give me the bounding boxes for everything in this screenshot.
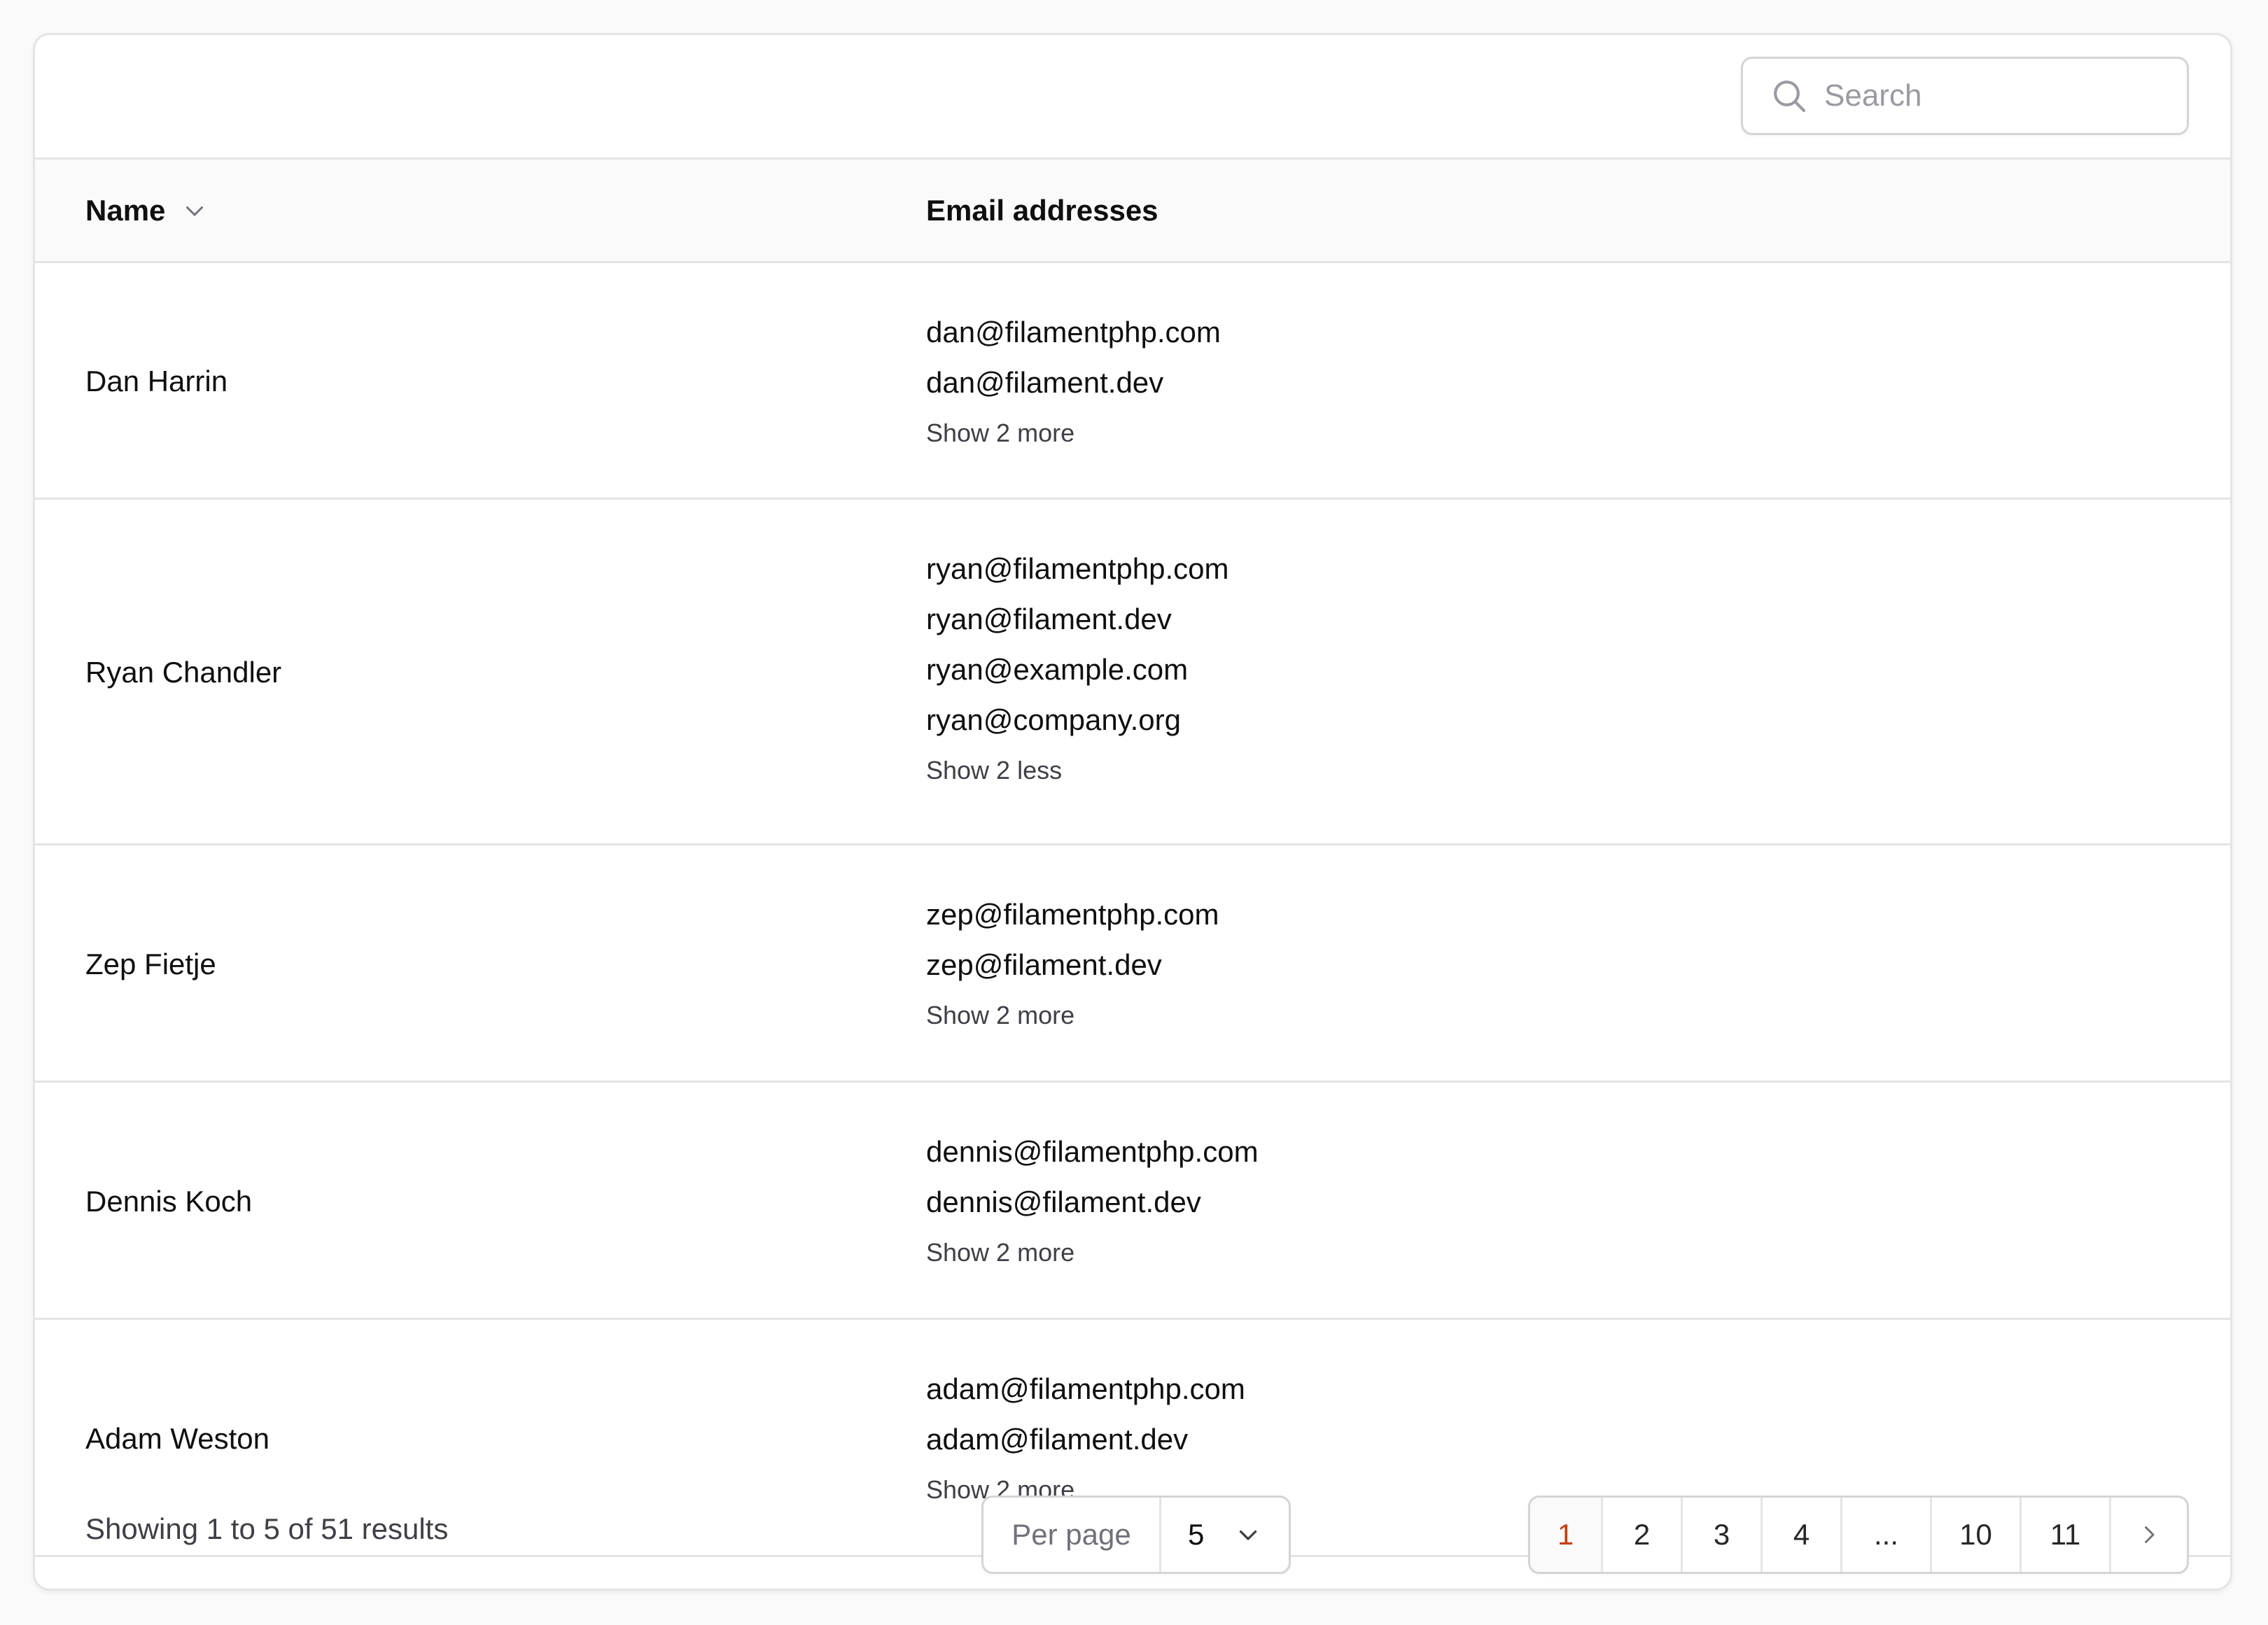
email-address: ryan@company.org — [926, 703, 1182, 736]
per-page-select[interactable]: Per page 5 — [981, 1496, 1291, 1574]
page-button-2[interactable]: 2 — [1603, 1498, 1683, 1572]
pagination: 1 2 3 4... 10 11 — [1528, 1496, 2189, 1574]
column-header-email: Email addresses — [926, 160, 1158, 261]
table-footer: Showing 1 to 5 of 51 results Per page 5 … — [35, 1468, 2230, 1589]
email-address: dennis@filament.dev — [926, 1186, 1201, 1218]
search-input[interactable] — [1824, 78, 2160, 113]
table-row: Dennis Koch dennis@filamentphp.com dennis@… — [35, 1083, 2230, 1320]
email-address: dan@filament.dev — [926, 366, 1164, 399]
page-button-1[interactable]: 1 — [1530, 1498, 1603, 1572]
column-header-email-label: Email addresses — [926, 193, 1158, 227]
table-header: Name Email addresses — [35, 160, 2230, 263]
column-header-name-label: Name — [85, 193, 166, 227]
per-page-dropdown[interactable]: 5 — [1161, 1518, 1289, 1552]
chevron-down-icon — [1236, 1522, 1261, 1547]
search-box[interactable] — [1741, 57, 2189, 135]
show-more-toggle[interactable]: Show 2 more — [926, 996, 1074, 1035]
show-more-toggle[interactable]: Show 2 more — [926, 414, 1074, 453]
table-card: Name Email addresses Dan Harrin dan@filam… — [33, 33, 2232, 1591]
email-address: ryan@example.com — [926, 653, 1189, 686]
page-button-4[interactable]: 4 — [1763, 1498, 1842, 1572]
cell-emails: dan@filamentphp.com dan@filament.dev Show … — [926, 307, 1221, 453]
table-toolbar — [35, 35, 2230, 160]
per-page-label: Per page — [983, 1498, 1161, 1572]
email-address: dan@filamentphp.com — [926, 316, 1221, 349]
cell-emails: zep@filamentphp.com zep@filament.dev Show … — [926, 889, 1219, 1035]
per-page-value: 5 — [1188, 1518, 1205, 1551]
email-address: dennis@filamentphp.com — [926, 1135, 1259, 1168]
email-address: zep@filamentphp.com — [926, 898, 1219, 931]
cell-name: Dan Harrin — [85, 365, 228, 398]
page-button-10[interactable]: 10 — [1932, 1498, 2022, 1572]
table-row: Dan Harrin dan@filamentphp.com dan@filamen… — [35, 263, 2230, 500]
cell-name: Dennis Koch — [85, 1184, 253, 1218]
search-icon — [1770, 76, 1809, 115]
chevron-down-icon[interactable] — [182, 198, 207, 223]
cell-name: Zep Fietje — [85, 947, 216, 980]
cell-name: Ryan Chandler — [85, 656, 282, 689]
email-address: ryan@filamentphp.com — [926, 552, 1229, 585]
table-row: Zep Fietje zep@filamentphp.com zep@filamen… — [35, 845, 2230, 1083]
cell-name: Adam Weston — [85, 1421, 270, 1455]
email-address: zep@filament.dev — [926, 948, 1162, 981]
page-button-11[interactable]: 11 — [2022, 1498, 2111, 1572]
results-summary: Showing 1 to 5 of 51 results — [85, 1512, 449, 1545]
cell-emails: ryan@filamentphp.com ryan@filament.dev rya… — [926, 544, 1229, 790]
email-address: ryan@filament.dev — [926, 603, 1172, 635]
table-row: Ryan Chandler ryan@filamentphp.com ryan@fi… — [35, 500, 2230, 845]
next-page-button[interactable] — [2111, 1498, 2187, 1572]
email-address: adam@filament.dev — [926, 1423, 1189, 1456]
email-address: adam@filamentphp.com — [926, 1372, 1245, 1405]
show-more-toggle[interactable]: Show 2 less — [926, 751, 1062, 790]
chevron-right-icon — [2136, 1522, 2162, 1547]
cell-emails: dennis@filamentphp.com dennis@filament.de… — [926, 1127, 1259, 1272]
show-more-toggle[interactable]: Show 2 more — [926, 1233, 1074, 1272]
pagination-ellipsis: ... — [1842, 1498, 1932, 1572]
column-header-name[interactable]: Name — [85, 160, 207, 261]
page-button-3[interactable]: 3 — [1683, 1498, 1763, 1572]
